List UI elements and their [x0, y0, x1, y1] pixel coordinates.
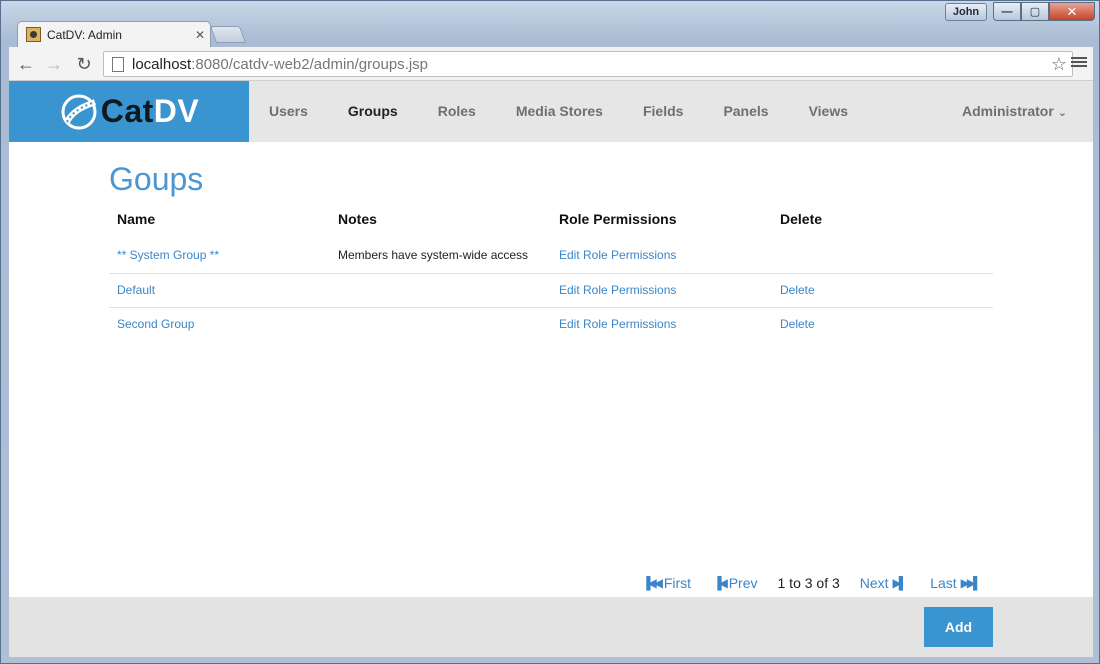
main-nav: Users Groups Roles Media Stores Fields P… — [249, 81, 868, 142]
nav-views[interactable]: Views — [789, 81, 868, 142]
page-title: Goups — [109, 161, 204, 197]
nav-panels[interactable]: Panels — [703, 81, 788, 142]
pager-status: 1 to 3 of 3 — [777, 575, 840, 591]
url-path: :8080/catdv-web2/admin/groups.jsp — [191, 55, 429, 73]
nav-fields[interactable]: Fields — [623, 81, 703, 142]
page-icon — [112, 56, 124, 72]
address-bar[interactable]: localhost:8080/catdv-web2/admin/groups.j… — [103, 51, 1073, 77]
pager-prev-button[interactable]: ▐◀ Prev — [713, 575, 757, 591]
nav-users[interactable]: Users — [249, 81, 328, 142]
step-forward-icon: ▶▌ — [892, 576, 907, 590]
pager-first-label: First — [663, 575, 692, 591]
skip-last-icon: ▶▶▌ — [960, 576, 982, 590]
group-name-link[interactable]: Default — [117, 283, 155, 297]
user-badge: John — [945, 3, 987, 21]
group-notes — [330, 272, 551, 307]
browser-toolbar: ← → ↻ localhost:8080/catdv-web2/admin/gr… — [9, 47, 1093, 81]
add-group-button[interactable]: Add — [924, 607, 993, 647]
new-tab-button[interactable] — [209, 26, 247, 43]
back-arrow-icon[interactable]: ← — [15, 53, 37, 75]
group-notes: Members have system-wide access — [338, 248, 529, 263]
url-host: localhost — [132, 55, 192, 73]
delete-link[interactable]: Delete — [780, 317, 815, 331]
pager-first-button[interactable]: ▐◀◀ First — [642, 575, 691, 591]
table-row: Default Edit Role Permissions Delete — [109, 272, 993, 307]
column-header-notes: Notes — [338, 211, 377, 227]
step-back-icon: ▐◀ — [713, 576, 728, 590]
favicon-icon — [26, 27, 41, 42]
groups-table: Name Notes Role Permissions Delete ** Sy… — [109, 203, 993, 341]
forward-arrow-icon[interactable]: → — [43, 53, 65, 75]
bookmark-star-icon[interactable]: ☆ — [1046, 54, 1072, 75]
tab-close-icon[interactable]: ✕ — [190, 28, 210, 42]
group-notes — [330, 306, 551, 341]
nav-roles[interactable]: Roles — [418, 81, 496, 142]
table-row: Second Group Edit Role Permissions Delet… — [109, 306, 993, 341]
skip-first-icon: ▐◀◀ — [642, 576, 663, 590]
nav-groups[interactable]: Groups — [328, 81, 418, 142]
page-viewport: CatDV Users Groups Roles Media Stores Fi… — [9, 81, 1093, 657]
catdv-logo[interactable]: CatDV — [9, 81, 249, 142]
minimize-button[interactable]: — — [993, 2, 1021, 21]
column-header-role-permissions: Role Permissions — [559, 211, 677, 227]
minimize-icon: — — [1001, 5, 1013, 18]
logo-cat-text: Cat — [100, 93, 154, 129]
group-name-link[interactable]: ** System Group ** — [117, 248, 219, 262]
delete-link[interactable]: Delete — [780, 283, 815, 297]
browser-window: John — ▢ ✕ CatDV: Admin ✕ ← → ↻ localhos… — [0, 0, 1100, 664]
chevron-down-icon: ⌄ — [1057, 107, 1067, 119]
pagination: ▐◀◀ First ▐◀ Prev 1 to 3 of 3 Next ▶▌ La… — [642, 573, 982, 593]
app-header: CatDV Users Groups Roles Media Stores Fi… — [9, 81, 1093, 142]
logo-wordmark: CatDV — [101, 93, 200, 130]
footer-bar: Add — [9, 597, 1093, 657]
administrator-label: Administrator — [961, 103, 1054, 119]
pager-next-button[interactable]: Next ▶▌ — [859, 575, 907, 591]
administrator-menu[interactable]: Administrator ⌄ — [962, 81, 1067, 142]
group-name-link[interactable]: Second Group — [117, 317, 194, 331]
url-text[interactable]: localhost:8080/catdv-web2/admin/groups.j… — [132, 56, 1046, 73]
pager-last-label: Last — [930, 575, 957, 591]
pager-last-button[interactable]: Last ▶▶▌ — [930, 575, 982, 591]
pager-next-label: Next — [859, 575, 889, 591]
reload-icon[interactable]: ↻ — [73, 53, 95, 75]
close-window-button[interactable]: ✕ — [1049, 2, 1095, 21]
column-header-delete: Delete — [780, 211, 823, 227]
tab-title: CatDV: Admin — [47, 27, 122, 42]
table-row: ** System Group ** Members have system-w… — [109, 239, 993, 273]
edit-role-permissions-link[interactable]: Edit Role Permissions — [559, 283, 676, 297]
maximize-button[interactable]: ▢ — [1021, 2, 1049, 21]
column-header-name: Name — [117, 211, 156, 227]
close-icon: ✕ — [1066, 3, 1078, 19]
film-reel-logo-icon — [61, 94, 97, 129]
edit-role-permissions-link[interactable]: Edit Role Permissions — [559, 317, 676, 331]
browser-menu-icon[interactable] — [1071, 55, 1087, 71]
edit-role-permissions-link[interactable]: Edit Role Permissions — [559, 248, 676, 262]
nav-media-stores[interactable]: Media Stores — [496, 81, 623, 142]
browser-tab[interactable]: CatDV: Admin ✕ — [17, 21, 211, 47]
maximize-icon: ▢ — [1029, 6, 1041, 18]
pager-prev-label: Prev — [728, 575, 758, 591]
logo-dv-text: DV — [153, 93, 200, 129]
